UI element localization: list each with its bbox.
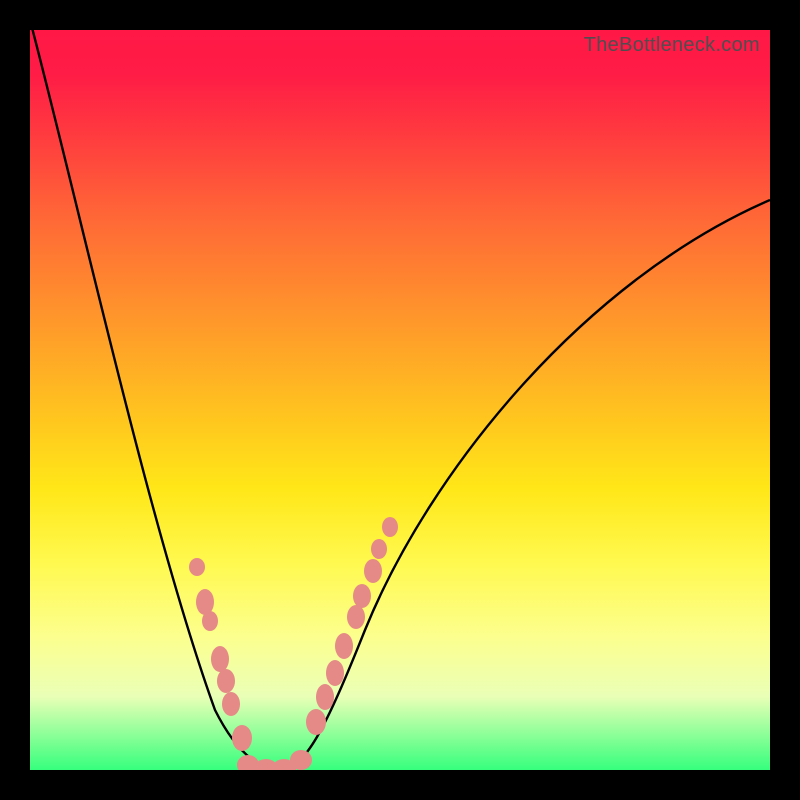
curve-marker (217, 669, 235, 693)
curve-marker (371, 539, 387, 559)
curve-marker (211, 646, 229, 672)
curve-marker (347, 605, 365, 629)
chart-frame: TheBottleneck.com (0, 0, 800, 800)
plot-area: TheBottleneck.com (30, 30, 770, 770)
watermark-text: TheBottleneck.com (584, 34, 760, 57)
marker-group (189, 517, 398, 770)
curve-marker (306, 709, 326, 735)
curve-marker (189, 558, 205, 576)
curve-marker (222, 692, 240, 716)
curve-marker (232, 725, 252, 751)
curve-marker (364, 559, 382, 583)
curve-marker (290, 750, 312, 770)
curve-marker (196, 589, 214, 615)
curve-marker (382, 517, 398, 537)
curve-marker (335, 633, 353, 659)
bottleneck-curve-path (30, 30, 770, 770)
curve-marker (316, 684, 334, 710)
bottleneck-curve-svg (30, 30, 770, 770)
curve-marker (202, 611, 218, 631)
curve-marker (326, 660, 344, 686)
curve-marker (353, 584, 371, 608)
